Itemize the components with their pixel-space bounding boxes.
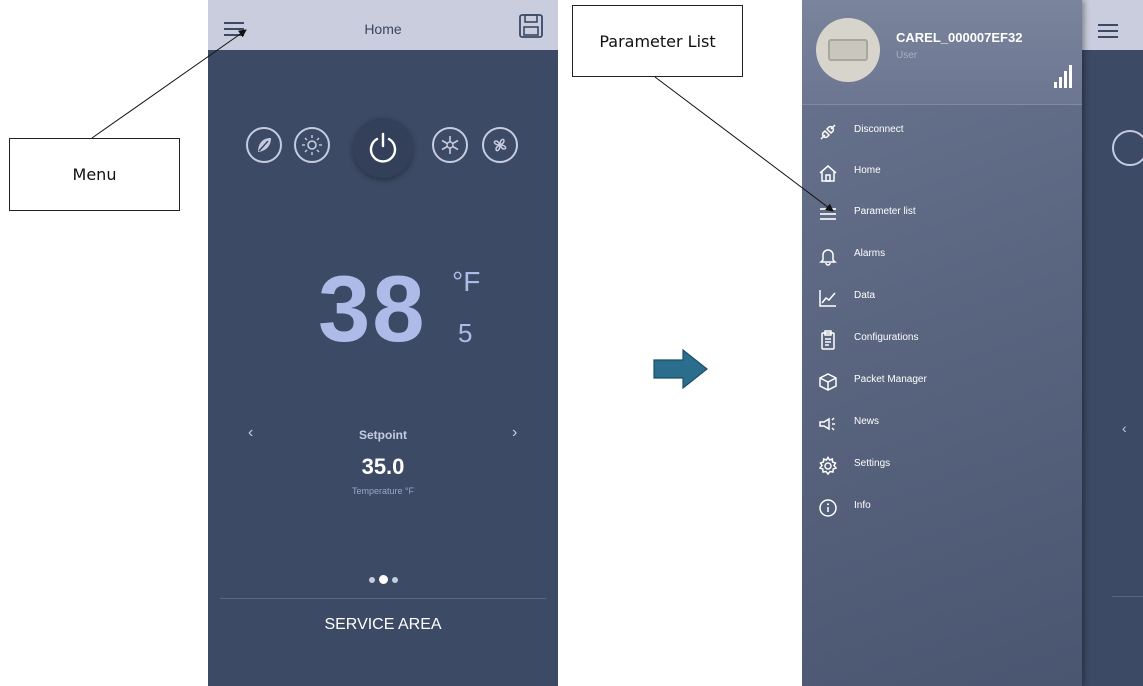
menu-item-settings[interactable]: Settings [802,446,1082,486]
info-icon [818,498,838,518]
leaf-icon[interactable] [246,127,282,163]
previous-arrow-icon: ‹ [1122,420,1127,436]
menu-item-label: Configurations [854,332,919,343]
megaphone-icon [818,414,838,434]
menu-item-label: Parameter list [854,206,916,217]
menu-item-disconnect[interactable]: Disconnect [802,112,1082,152]
power-button[interactable] [353,118,413,178]
gear-icon [818,456,838,476]
current-temperature: 38 [318,256,427,361]
disconnect-icon [818,122,838,142]
menu-item-configurations[interactable]: Configurations [802,320,1082,360]
setpoint-unit-label: Temperature °F [351,486,415,496]
service-area-button[interactable]: SERVICE AREA [208,616,558,634]
parameter-list-callout-label: Parameter List [599,31,716,51]
defrost-icon[interactable] [432,127,468,163]
app-header: Home [208,0,558,50]
page-dot [369,577,375,583]
menu-item-label: Alarms [854,248,886,259]
home-icon [818,163,838,183]
setpoint-value[interactable]: 35.0 [208,454,558,480]
menu-item-label: News [854,416,880,427]
package-icon [818,372,838,392]
leaf-icon [1112,130,1143,166]
menu-item-alarms[interactable]: Alarms [802,236,1082,276]
menu-item-label: Home [854,165,881,176]
fan-icon[interactable] [482,127,518,163]
user-role: User [896,50,918,61]
menu-item-home[interactable]: Home [802,153,1082,193]
temperature-unit: °F [452,266,481,297]
divider [1112,596,1143,597]
parameter-list-callout: Parameter List [572,5,743,77]
bell-icon [818,246,838,266]
page-dot-active [379,575,388,584]
page-indicator [365,575,405,585]
mode-buttons [208,118,558,182]
probe-number: 5 [458,318,473,348]
hamburger-menu-icon[interactable] [1098,24,1118,38]
menu-item-info[interactable]: Info [802,488,1082,528]
drawer-screen: ‹ CAREL_000007EF32 User Disconnect Home [802,0,1143,686]
menu-item-label: Disconnect [854,124,904,135]
menu-callout-label: Menu [72,165,117,184]
navigation-drawer: CAREL_000007EF32 User Disconnect Home Pa… [802,0,1082,686]
home-screen: Home 38 °F 5 ‹ › Setpoint 35.0 Temperatu… [208,0,558,686]
save-icon[interactable] [518,13,544,39]
clipboard-icon [818,330,838,350]
right-arrow-icon [653,348,708,390]
device-icon [828,39,868,61]
menu-item-news[interactable]: News [802,404,1082,444]
menu-item-label: Data [854,290,876,301]
menu-item-label: Info [854,500,871,511]
menu-item-label: Packet Manager [854,374,927,385]
parameter-list-icon [818,204,838,224]
light-icon[interactable] [294,127,330,163]
page-dot [392,577,398,583]
device-avatar [816,18,880,82]
menu-item-packet-manager[interactable]: Packet Manager [802,362,1082,402]
drawer-header: CAREL_000007EF32 User [802,0,1082,105]
divider [220,598,546,599]
menu-item-parameter-list[interactable]: Parameter list [802,194,1082,234]
menu-callout: Menu [9,138,180,211]
menu-item-data[interactable]: Data [802,278,1082,318]
menu-item-label: Settings [854,458,891,469]
page-title: Home [364,21,402,37]
setpoint-label: Setpoint [359,428,407,442]
device-name: CAREL_000007EF32 [896,30,1023,45]
power-icon [369,132,397,163]
signal-strength-icon [1054,64,1072,88]
chart-icon [818,288,838,308]
